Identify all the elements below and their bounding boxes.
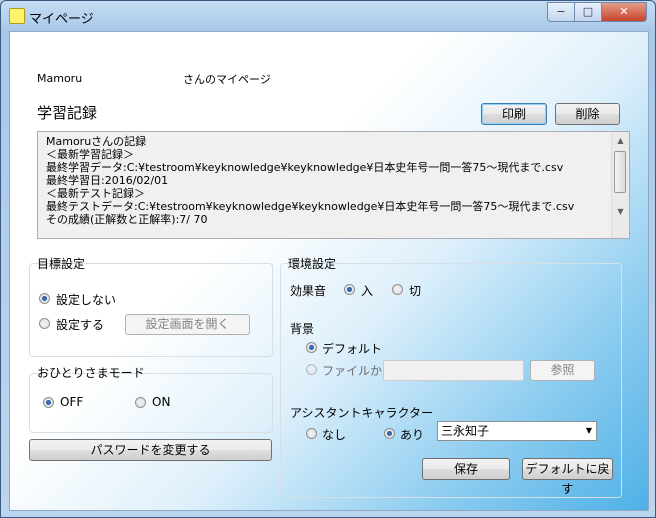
record-line: ＜最新テスト記録＞ (46, 187, 145, 200)
minimize-button[interactable]: − (547, 2, 575, 22)
goal-group-title: 目標設定 (37, 257, 86, 271)
bg-default-label[interactable]: デフォルト (322, 340, 382, 357)
assistant-label: アシスタントキャラクター (290, 406, 434, 420)
section-title: 学習記録 (37, 104, 98, 122)
record-line: 最終学習日:2016/02/01 (46, 174, 169, 187)
record-line: ＜最新学習記録＞ (46, 148, 134, 161)
record-line: 最終学習データ:C:¥testroom¥keyknowledge¥keyknow… (46, 161, 564, 174)
user-name: Mamoru (37, 72, 83, 85)
solo-on-radio[interactable] (135, 397, 146, 408)
record-line: Mamoruさんの記録 (46, 135, 147, 148)
goal-set-radio[interactable] (39, 318, 50, 329)
goal-group (29, 263, 273, 357)
solo-on-label[interactable]: ON (152, 395, 170, 409)
goal-no-goal-radio[interactable] (39, 293, 50, 304)
assistant-character-value: 三永知子 (441, 424, 490, 438)
sound-on-label[interactable]: 入 (361, 282, 373, 299)
goal-no-goal-label[interactable]: 設定しない (56, 291, 116, 308)
reset-default-button[interactable]: デフォルトに戻す (522, 458, 613, 496)
sound-label: 効果音 (290, 284, 327, 298)
main-window: マイページ − □ ✕ Mamoru さんのマイページ 学習記録 印刷 削除 M… (0, 0, 656, 518)
notepad-icon (9, 8, 25, 24)
sound-on-radio[interactable] (344, 284, 355, 295)
solo-off-label[interactable]: OFF (60, 395, 83, 409)
save-button[interactable]: 保存 (422, 458, 510, 480)
close-button[interactable]: ✕ (601, 2, 647, 22)
chevron-down-icon[interactable]: ▼ (586, 422, 592, 440)
record-textbox[interactable]: Mamoruさんの記録 ＜最新学習記録＞ 最終学習データ:C:¥testroom… (37, 131, 630, 239)
vertical-scrollbar[interactable]: ▲ ▼ (611, 132, 629, 238)
background-label: 背景 (290, 322, 315, 336)
scroll-up-icon[interactable]: ▲ (612, 132, 629, 149)
solo-mode-title: おひとりさまモード (37, 366, 145, 380)
env-group-title: 環境設定 (288, 257, 337, 271)
bg-file-input[interactable] (383, 360, 524, 381)
bg-file-radio[interactable] (306, 364, 317, 375)
sound-off-radio[interactable] (392, 284, 403, 295)
greeting-label: さんのマイページ (183, 73, 271, 86)
sound-off-label[interactable]: 切 (409, 282, 421, 299)
record-line: その成績(正解数と正解率):7/ 70 (46, 213, 208, 226)
maximize-button[interactable]: □ (574, 2, 602, 22)
change-password-button[interactable]: パスワードを変更する (29, 439, 272, 461)
scroll-thumb[interactable] (614, 151, 626, 193)
title-bar[interactable]: マイページ − □ ✕ (1, 1, 655, 31)
client-area: Mamoru さんのマイページ 学習記録 印刷 削除 Mamoruさんの記録 ＜… (9, 31, 649, 511)
assistant-none-label[interactable]: なし (322, 426, 346, 443)
open-settings-button[interactable]: 設定画面を開く (125, 314, 250, 335)
record-line: 最終テストデータ:C:¥testroom¥keyknowledge¥keykno… (46, 200, 575, 213)
delete-button[interactable]: 削除 (555, 103, 620, 125)
browse-button[interactable]: 参照 (530, 360, 595, 381)
assistant-character-select[interactable]: 三永知子 ▼ (437, 421, 597, 441)
bg-default-radio[interactable] (306, 342, 317, 353)
assistant-none-radio[interactable] (306, 428, 317, 439)
window-title: マイページ (29, 12, 94, 27)
print-button[interactable]: 印刷 (481, 103, 547, 125)
solo-off-radio[interactable] (43, 397, 54, 408)
goal-set-label[interactable]: 設定する (56, 316, 104, 333)
assistant-yes-label[interactable]: あり (400, 426, 424, 443)
scroll-down-icon[interactable]: ▼ (612, 203, 629, 220)
assistant-yes-radio[interactable] (384, 428, 395, 439)
